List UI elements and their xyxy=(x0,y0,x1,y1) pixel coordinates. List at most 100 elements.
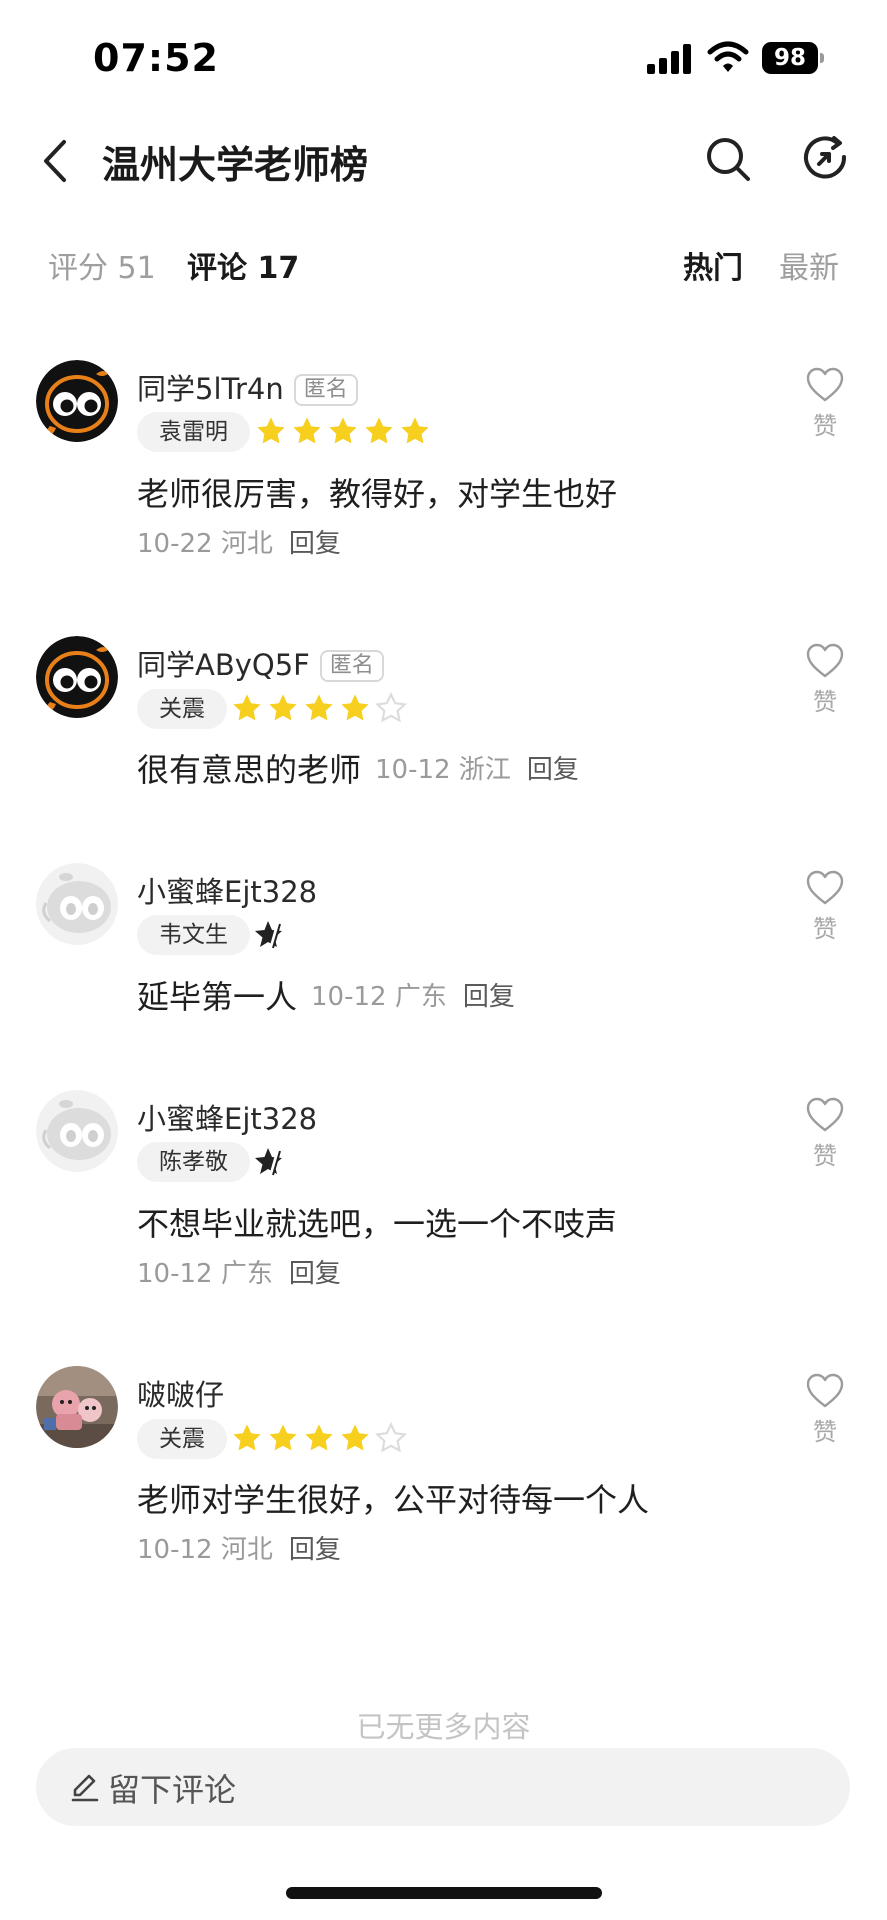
user-name-text[interactable]: 同学AByQ5F xyxy=(137,648,310,682)
tab-comments[interactable]: 评论 17 xyxy=(187,243,299,287)
reply-link[interactable]: 回复 xyxy=(289,1535,341,1565)
avatar[interactable] xyxy=(36,863,118,945)
heart-icon xyxy=(805,1372,845,1410)
heart-icon xyxy=(805,1096,845,1134)
comment-meta: 10-12 浙江 回复 xyxy=(375,749,579,786)
avatar[interactable] xyxy=(36,1366,118,1448)
like-button[interactable]: 赞 xyxy=(803,1372,847,1447)
comment-date: 10-12 xyxy=(137,1535,213,1565)
star-empty-icon xyxy=(375,692,407,724)
star-full-icon xyxy=(231,692,263,724)
comment-date: 10-12 xyxy=(375,755,451,785)
battery-indicator: 98 xyxy=(762,42,824,74)
star-full-icon xyxy=(339,1422,371,1454)
heart-icon xyxy=(805,869,845,907)
star-full-icon xyxy=(303,692,335,724)
reply-link[interactable]: 回复 xyxy=(289,1259,341,1289)
anonymous-badge: 匿名 xyxy=(293,374,358,406)
avatar[interactable] xyxy=(36,636,118,718)
user-name-text[interactable]: 同学5lTr4n xyxy=(137,372,284,406)
teacher-chip[interactable]: 陈孝敬 xyxy=(137,1142,250,1182)
user-name[interactable]: 啵啵仔 xyxy=(137,1372,224,1414)
comment-location: 河北 xyxy=(220,1535,273,1565)
header: 温州大学老师榜 xyxy=(0,110,887,210)
anonymous-badge: 匿名 xyxy=(319,650,384,682)
star-rating xyxy=(231,1422,407,1456)
reply-link[interactable]: 回复 xyxy=(289,529,341,559)
user-name[interactable]: 小蜜蜂Ejt328 xyxy=(137,1096,317,1138)
star-full-icon xyxy=(267,1422,299,1454)
star-full-icon xyxy=(399,415,431,447)
search-icon[interactable] xyxy=(703,134,753,184)
like-button[interactable]: 赞 xyxy=(803,642,847,717)
like-button[interactable]: 赞 xyxy=(803,366,847,441)
like-label: 赞 xyxy=(813,1142,837,1170)
star-rating xyxy=(255,415,431,449)
status-bar: 07:52 98 xyxy=(0,0,887,110)
battery-tip xyxy=(820,53,824,63)
tab-rating[interactable]: 评分 51 xyxy=(48,243,156,287)
like-label: 赞 xyxy=(813,412,837,440)
comment-location: 河北 xyxy=(220,529,273,559)
cellular-signal-icon xyxy=(647,44,691,74)
comment-date: 10-12 xyxy=(311,982,387,1012)
star-empty-icon xyxy=(375,1422,407,1454)
star-full-icon xyxy=(339,692,371,724)
user-name[interactable]: 同学AByQ5F 匿名 xyxy=(137,642,384,684)
comment-text: 老师很厉害，教得好，对学生也好 xyxy=(137,475,618,513)
teacher-chip[interactable]: 关震 xyxy=(137,689,227,729)
teacher-chip[interactable]: 袁雷明 xyxy=(137,412,250,452)
heart-icon xyxy=(805,366,845,404)
comment-text: 延毕第一人 xyxy=(137,978,298,1016)
pen-icon xyxy=(71,1774,99,1802)
battery-level: 98 xyxy=(762,42,818,74)
star-full-icon xyxy=(267,692,299,724)
comment-location: 广东 xyxy=(394,982,447,1012)
sort-hot[interactable]: 热门 xyxy=(683,243,743,287)
tab-bar: 评分 51 评论 17 热门 最新 xyxy=(0,235,887,295)
comment-placeholder: 留下评论 xyxy=(108,1771,237,1809)
star-full-icon xyxy=(363,415,395,447)
like-label: 赞 xyxy=(813,688,837,716)
sort-new[interactable]: 最新 xyxy=(779,243,839,287)
page-title: 温州大学老师榜 xyxy=(102,143,369,187)
star-full-icon xyxy=(291,415,323,447)
star-rating xyxy=(231,692,407,726)
like-label: 赞 xyxy=(813,915,837,943)
avatar[interactable] xyxy=(36,1090,118,1172)
comment-meta: 10-12 广东 回复 xyxy=(311,976,515,1013)
comment-meta: 10-12 广东 回复 xyxy=(137,1253,341,1290)
comment-location: 广东 xyxy=(220,1259,273,1289)
end-of-list-text: 已无更多内容 xyxy=(356,1710,531,1744)
reply-link[interactable]: 回复 xyxy=(527,755,579,785)
comment-date: 10-12 xyxy=(137,1259,213,1289)
user-name[interactable]: 同学5lTr4n 匿名 xyxy=(137,366,358,408)
user-name[interactable]: 小蜜蜂Ejt328 xyxy=(137,869,317,911)
teacher-chip[interactable]: 韦文生 xyxy=(137,915,250,955)
avatar[interactable] xyxy=(36,360,118,442)
comment-text: 不想毕业就选吧，一选一个不吱声 xyxy=(137,1205,618,1243)
refresh-icon[interactable] xyxy=(800,134,850,184)
status-time: 07:52 xyxy=(93,36,219,80)
like-button[interactable]: 赞 xyxy=(803,869,847,944)
star-full-icon xyxy=(231,1422,263,1454)
comment-location: 浙江 xyxy=(458,755,511,785)
comment-input-bar[interactable]: 留下评论 xyxy=(36,1748,850,1826)
reply-link[interactable]: 回复 xyxy=(463,982,515,1012)
comment-meta: 10-22 河北 回复 xyxy=(137,523,341,560)
star-full-icon xyxy=(255,415,287,447)
no-rating-icon xyxy=(253,918,287,952)
wifi-icon xyxy=(707,41,749,72)
heart-icon xyxy=(805,642,845,680)
like-label: 赞 xyxy=(813,1418,837,1446)
teacher-chip[interactable]: 关震 xyxy=(137,1419,227,1459)
home-indicator[interactable] xyxy=(286,1887,602,1899)
back-arrow-icon[interactable] xyxy=(36,136,76,186)
star-full-icon xyxy=(303,1422,335,1454)
like-button[interactable]: 赞 xyxy=(803,1096,847,1171)
comment-meta: 10-12 河北 回复 xyxy=(137,1529,341,1566)
no-rating-icon xyxy=(253,1145,287,1179)
comment-date: 10-22 xyxy=(137,529,213,559)
star-full-icon xyxy=(327,415,359,447)
comment-text: 老师对学生很好，公平对待每一个人 xyxy=(137,1481,650,1519)
